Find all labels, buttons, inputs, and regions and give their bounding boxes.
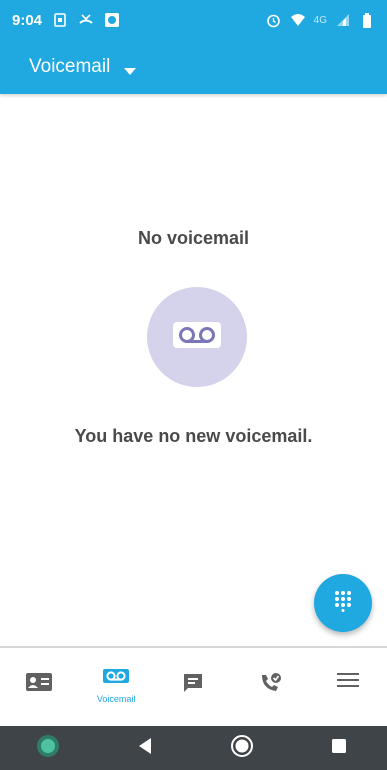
- back-icon: [137, 737, 153, 760]
- wifi-icon: [290, 12, 306, 28]
- bottom-navigation: Voicemail: [0, 646, 387, 726]
- nav-item-menu[interactable]: [313, 648, 383, 726]
- voicemail-icon: [102, 668, 130, 689]
- menu-icon: [337, 672, 360, 693]
- status-left: 9:04: [12, 12, 120, 29]
- status-bar: 9:04 4G: [0, 0, 387, 40]
- alarm-icon: [266, 12, 282, 28]
- status-right: 4G: [266, 12, 375, 28]
- system-navigation-bar: [0, 726, 387, 770]
- nav-item-call-log[interactable]: [236, 648, 306, 726]
- nav-item-contacts[interactable]: [4, 648, 74, 726]
- recents-icon: [331, 738, 347, 759]
- battery-icon: [359, 12, 375, 28]
- contacts-card-icon: [25, 672, 53, 697]
- nav-item-messages[interactable]: [158, 648, 228, 726]
- recents-button[interactable]: [319, 728, 359, 768]
- assistant-button[interactable]: [28, 728, 68, 768]
- home-button[interactable]: [222, 728, 262, 768]
- app-bar: Voicemail: [0, 40, 387, 94]
- home-icon: [230, 734, 254, 763]
- empty-state-message: You have no new voicemail.: [74, 426, 313, 446]
- app-notification-icon: [104, 12, 120, 28]
- missed-call-icon: [78, 12, 94, 28]
- voicemail-icon: [172, 320, 222, 355]
- dropdown-arrow-icon[interactable]: [124, 63, 137, 75]
- sim-icon: [52, 12, 68, 28]
- network-type: 4G: [313, 14, 327, 26]
- app-title[interactable]: Voicemail: [29, 56, 110, 78]
- message-icon: [182, 672, 204, 699]
- dialpad-icon: [333, 590, 353, 617]
- back-button[interactable]: [125, 728, 165, 768]
- voicemail-illustration: [147, 287, 247, 387]
- status-time: 9:04: [12, 11, 43, 29]
- call-log-icon: [259, 672, 283, 699]
- nav-item-voicemail[interactable]: Voicemail: [81, 648, 151, 726]
- signal-icon: [335, 12, 351, 28]
- assistant-icon: [35, 733, 61, 764]
- dialpad-button[interactable]: [314, 574, 372, 632]
- empty-state-title: No voicemail: [137, 228, 250, 248]
- nav-label-voicemail: Voicemail: [96, 694, 136, 704]
